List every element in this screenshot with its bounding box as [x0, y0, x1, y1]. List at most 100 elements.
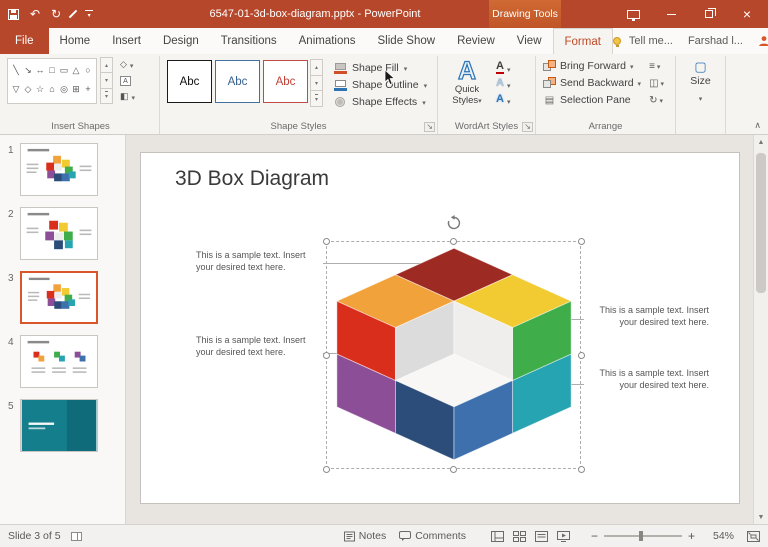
align-button[interactable]: ≡ [649, 58, 664, 74]
style-scroll-up[interactable]: ▴ [310, 59, 323, 76]
text-effects-button[interactable]: A [496, 92, 510, 107]
edit-shape-button[interactable]: ◇ [118, 58, 137, 71]
share-button[interactable]: Share [758, 35, 768, 47]
style-more-button[interactable]: ▾ [310, 90, 323, 107]
shape-circle-icon[interactable]: ◎ [58, 80, 70, 99]
gallery-more-button[interactable]: ▾ [100, 88, 113, 104]
style-scroll-down[interactable]: ▾ [310, 75, 323, 92]
normal-view-icon[interactable] [491, 531, 504, 542]
undo-icon[interactable]: ↶ [30, 8, 40, 20]
slide-thumbnail-1[interactable] [20, 143, 98, 196]
scrollbar-thumb[interactable] [756, 153, 766, 293]
save-icon[interactable] [8, 9, 19, 20]
restore-button[interactable] [690, 0, 728, 28]
shape-fill-button[interactable]: Shape Fill [330, 60, 430, 76]
zoom-in-icon[interactable]: + [688, 529, 695, 543]
tab-home[interactable]: Home [49, 28, 102, 54]
slide-sorter-view-icon[interactable] [513, 531, 526, 542]
reading-view-icon[interactable] [535, 531, 548, 542]
slide-thumbnail-4[interactable] [20, 335, 98, 388]
account-name[interactable]: Farshad l... [688, 35, 743, 47]
shape-oval-icon[interactable]: ○ [82, 61, 94, 80]
selection-handle-top-left[interactable] [323, 238, 330, 245]
tab-file[interactable]: File [0, 28, 49, 54]
shape-double-arrow-icon[interactable]: ↔ [34, 61, 46, 80]
3d-cube-graphic[interactable] [331, 243, 577, 465]
shape-gallery[interactable]: ╲ ↘ ↔ □ ▭ △ ○ ▽ ◇ ☆ ⌂ ◎ ⊞ + [7, 58, 97, 104]
collapse-ribbon-icon[interactable]: ∧ [754, 120, 761, 131]
tab-view[interactable]: View [506, 28, 553, 54]
tab-animations[interactable]: Animations [288, 28, 367, 54]
tab-format[interactable]: Format [553, 28, 613, 54]
zoom-out-icon[interactable]: − [591, 529, 598, 543]
selection-handle-bottom-mid[interactable] [450, 466, 457, 473]
fit-to-window-icon[interactable] [747, 531, 760, 542]
rotate-handle[interactable] [446, 215, 462, 231]
tab-review[interactable]: Review [446, 28, 506, 54]
shape-frame-icon[interactable]: ⊞ [70, 80, 82, 99]
customize-qat-icon[interactable]: ▾ [85, 10, 93, 19]
shape-home-icon[interactable]: ⌂ [46, 80, 58, 99]
quick-styles-button[interactable]: A Quick Styles [443, 58, 491, 107]
rotate-button[interactable]: ↻ [649, 92, 664, 108]
minimize-button[interactable] [652, 0, 690, 28]
sample-text-top-left[interactable]: This is a sample text. Insert your desir… [196, 249, 316, 273]
zoom-slider[interactable] [604, 535, 682, 537]
tab-insert[interactable]: Insert [101, 28, 152, 54]
contextual-tab-drawing-tools[interactable]: Drawing Tools [489, 0, 561, 28]
slide-title[interactable]: 3D Box Diagram [175, 167, 329, 191]
scroll-up-icon[interactable]: ▲ [754, 135, 768, 149]
group-size[interactable]: ▢ Size [676, 56, 726, 134]
redo-icon[interactable]: ↻ [51, 8, 61, 20]
group-objects-button[interactable]: ◫ [649, 75, 664, 91]
shape-plus-icon[interactable]: + [82, 80, 94, 99]
selection-handle-top-mid[interactable] [450, 238, 457, 245]
selection-handle-bottom-right[interactable] [578, 466, 585, 473]
tab-design[interactable]: Design [152, 28, 210, 54]
selection-handle-bottom-left[interactable] [323, 466, 330, 473]
shape-style-preview-3[interactable]: Abc [263, 60, 308, 103]
vertical-scrollbar[interactable]: ▲ ▼ [753, 135, 768, 524]
slide-thumbnail-3-selected[interactable] [20, 271, 98, 324]
comments-button[interactable]: Comments [399, 530, 466, 542]
shape-line-icon[interactable]: ╲ [10, 61, 22, 80]
merge-shapes-button[interactable]: ◧ [118, 90, 137, 103]
selection-pane-button[interactable]: ▤ Selection Pane [541, 92, 643, 108]
shape-rounded-rect-icon[interactable]: ▭ [58, 61, 70, 80]
sample-text-bottom-right[interactable]: This is a sample text. Insert your desir… [589, 367, 709, 391]
selection-handle-top-right[interactable] [578, 238, 585, 245]
shape-arrow-icon[interactable]: ↘ [22, 61, 34, 80]
send-backward-button[interactable]: Send Backward [541, 75, 643, 91]
shape-triangle-icon[interactable]: △ [70, 61, 82, 80]
slide-canvas[interactable]: 3D Box Diagram [140, 152, 740, 504]
touch-draw-icon[interactable] [69, 10, 77, 18]
zoom-percentage[interactable]: 54% [708, 530, 734, 542]
shape-style-preview-1[interactable]: Abc [167, 60, 212, 103]
slideshow-view-icon[interactable] [557, 531, 570, 542]
selection-handle-mid-left[interactable] [323, 352, 330, 359]
shape-star-icon[interactable]: ☆ [34, 80, 46, 99]
shape-outline-button[interactable]: Shape Outline [330, 77, 430, 93]
gallery-scroll-down[interactable]: ▾ [100, 72, 113, 88]
shape-style-preview-2[interactable]: Abc [215, 60, 260, 103]
slide-thumbnail-5[interactable] [20, 399, 98, 452]
scroll-down-icon[interactable]: ▼ [754, 510, 768, 524]
gallery-scroll-up[interactable]: ▴ [100, 57, 113, 73]
tell-me-box[interactable]: Tell me... [613, 35, 673, 47]
text-fill-button[interactable]: A [496, 60, 510, 75]
text-outline-button[interactable]: A [496, 76, 510, 91]
close-button[interactable]: × [728, 0, 766, 28]
shape-down-triangle-icon[interactable]: ▽ [10, 80, 22, 99]
selection-handle-mid-right[interactable] [578, 352, 585, 359]
proofing-book-icon[interactable] [71, 532, 82, 541]
shape-diamond-icon[interactable]: ◇ [22, 80, 34, 99]
shape-rectangle-icon[interactable]: □ [46, 61, 58, 80]
slide-thumbnail-2[interactable] [20, 207, 98, 260]
zoom-slider-thumb[interactable] [639, 531, 643, 541]
text-box-button[interactable]: A [118, 74, 137, 87]
tab-transitions[interactable]: Transitions [210, 28, 288, 54]
notes-button[interactable]: Notes [344, 530, 386, 542]
shape-effects-button[interactable]: Shape Effects [330, 94, 430, 110]
tab-slideshow[interactable]: Slide Show [367, 28, 447, 54]
ribbon-display-options-button[interactable] [614, 0, 652, 28]
